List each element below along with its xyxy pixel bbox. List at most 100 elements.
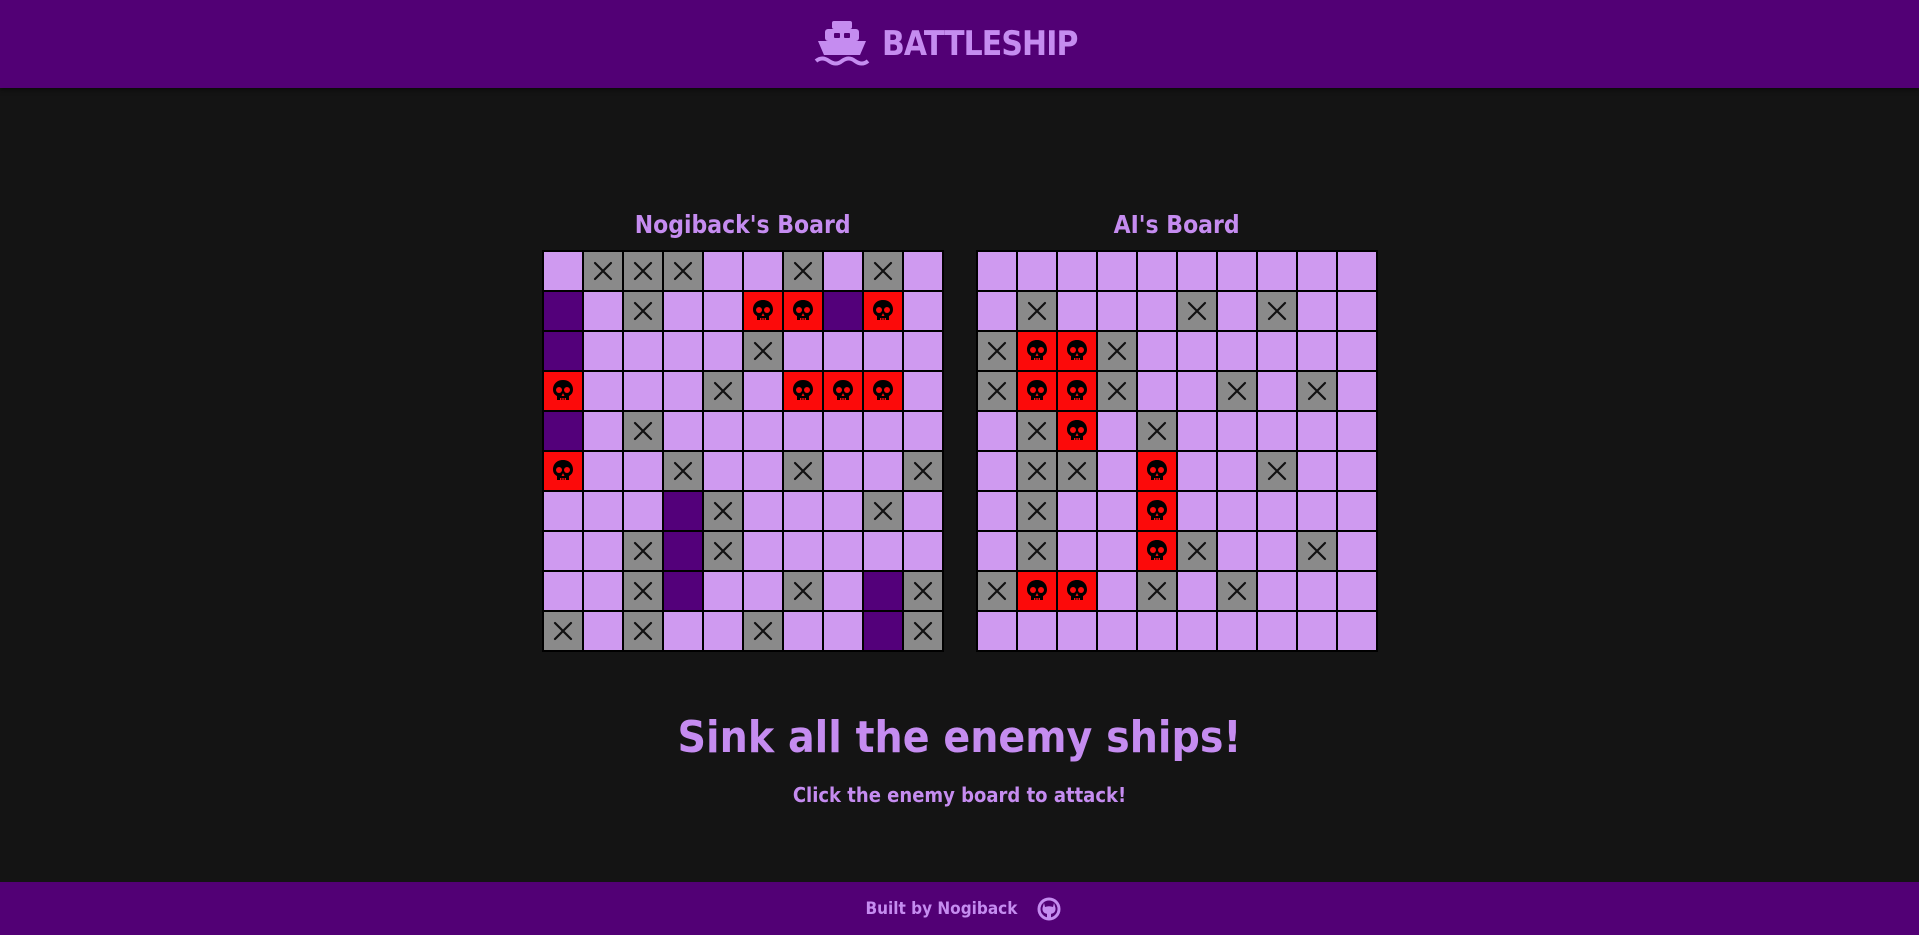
enemy-cell-empty[interactable]: [1176, 331, 1217, 371]
enemy-cell-empty[interactable]: [1336, 371, 1377, 411]
enemy-cell-empty[interactable]: [1336, 331, 1377, 371]
enemy-cell-empty[interactable]: [1336, 411, 1377, 451]
enemy-cell-empty[interactable]: [976, 531, 1017, 571]
enemy-cell-empty[interactable]: [976, 611, 1017, 651]
enemy-cell-miss[interactable]: [976, 371, 1017, 411]
enemy-cell-empty[interactable]: [1176, 571, 1217, 611]
enemy-cell-empty[interactable]: [1296, 331, 1337, 371]
enemy-cell-empty[interactable]: [1096, 411, 1137, 451]
enemy-cell-empty[interactable]: [1216, 411, 1257, 451]
enemy-cell-empty[interactable]: [1256, 411, 1297, 451]
enemy-cell-empty[interactable]: [1136, 611, 1177, 651]
enemy-cell-miss[interactable]: [1016, 411, 1057, 451]
enemy-cell-empty[interactable]: [1096, 491, 1137, 531]
enemy-cell-miss[interactable]: [1216, 571, 1257, 611]
enemy-cell-hit[interactable]: [1056, 331, 1097, 371]
enemy-cell-miss[interactable]: [1256, 291, 1297, 331]
enemy-cell-empty[interactable]: [1336, 571, 1377, 611]
enemy-cell-empty[interactable]: [1296, 571, 1337, 611]
enemy-cell-empty[interactable]: [1176, 371, 1217, 411]
enemy-cell-miss[interactable]: [1136, 411, 1177, 451]
enemy-cell-empty[interactable]: [1336, 291, 1377, 331]
enemy-cell-empty[interactable]: [1096, 611, 1137, 651]
enemy-cell-empty[interactable]: [1296, 251, 1337, 291]
enemy-cell-hit[interactable]: [1136, 491, 1177, 531]
enemy-cell-empty[interactable]: [1096, 291, 1137, 331]
enemy-cell-hit[interactable]: [1136, 531, 1177, 571]
enemy-cell-hit[interactable]: [1016, 331, 1057, 371]
enemy-cell-empty[interactable]: [1296, 491, 1337, 531]
enemy-cell-empty[interactable]: [1136, 371, 1177, 411]
enemy-cell-empty[interactable]: [1256, 251, 1297, 291]
enemy-cell-empty[interactable]: [1096, 531, 1137, 571]
github-icon[interactable]: [1036, 896, 1062, 922]
enemy-cell-empty[interactable]: [1096, 251, 1137, 291]
enemy-cell-empty[interactable]: [1016, 611, 1057, 651]
enemy-cell-empty[interactable]: [1176, 411, 1217, 451]
enemy-cell-empty[interactable]: [1256, 571, 1297, 611]
enemy-cell-empty[interactable]: [1256, 331, 1297, 371]
enemy-cell-empty[interactable]: [1216, 451, 1257, 491]
enemy-cell-empty[interactable]: [1136, 331, 1177, 371]
enemy-cell-empty[interactable]: [1136, 291, 1177, 331]
enemy-cell-hit[interactable]: [1056, 411, 1097, 451]
enemy-cell-miss[interactable]: [1096, 331, 1137, 371]
enemy-cell-empty[interactable]: [1136, 251, 1177, 291]
enemy-cell-hit[interactable]: [1016, 571, 1057, 611]
enemy-cell-miss[interactable]: [1016, 531, 1057, 571]
enemy-cell-empty[interactable]: [1016, 251, 1057, 291]
enemy-cell-empty[interactable]: [1056, 611, 1097, 651]
enemy-cell-empty[interactable]: [1216, 611, 1257, 651]
enemy-cell-miss[interactable]: [1176, 291, 1217, 331]
enemy-cell-empty[interactable]: [1096, 571, 1137, 611]
enemy-cell-empty[interactable]: [1176, 451, 1217, 491]
enemy-cell-miss[interactable]: [1176, 531, 1217, 571]
enemy-cell-empty[interactable]: [1176, 251, 1217, 291]
enemy-cell-miss[interactable]: [1056, 451, 1097, 491]
enemy-cell-miss[interactable]: [1016, 451, 1057, 491]
enemy-cell-empty[interactable]: [1336, 611, 1377, 651]
enemy-cell-empty[interactable]: [976, 491, 1017, 531]
enemy-cell-miss[interactable]: [1256, 451, 1297, 491]
enemy-cell-hit[interactable]: [1056, 371, 1097, 411]
enemy-cell-miss[interactable]: [1016, 291, 1057, 331]
enemy-cell-empty[interactable]: [1256, 531, 1297, 571]
enemy-cell-empty[interactable]: [1216, 291, 1257, 331]
enemy-cell-hit[interactable]: [1016, 371, 1057, 411]
enemy-cell-empty[interactable]: [1056, 291, 1097, 331]
enemy-cell-miss[interactable]: [1096, 371, 1137, 411]
enemy-cell-empty[interactable]: [1296, 411, 1337, 451]
enemy-cell-empty[interactable]: [1256, 371, 1297, 411]
enemy-cell-hit[interactable]: [1056, 571, 1097, 611]
enemy-cell-empty[interactable]: [1056, 251, 1097, 291]
enemy-cell-miss[interactable]: [1136, 571, 1177, 611]
enemy-cell-miss[interactable]: [1016, 491, 1057, 531]
enemy-cell-miss[interactable]: [1216, 371, 1257, 411]
enemy-cell-empty[interactable]: [1216, 491, 1257, 531]
enemy-cell-empty[interactable]: [976, 411, 1017, 451]
enemy-cell-empty[interactable]: [1296, 451, 1337, 491]
enemy-cell-empty[interactable]: [1056, 491, 1097, 531]
enemy-cell-miss[interactable]: [1296, 371, 1337, 411]
enemy-cell-empty[interactable]: [1216, 331, 1257, 371]
enemy-cell-empty[interactable]: [976, 451, 1017, 491]
enemy-cell-empty[interactable]: [1056, 531, 1097, 571]
enemy-cell-empty[interactable]: [1216, 531, 1257, 571]
enemy-board[interactable]: [975, 250, 1378, 652]
enemy-cell-empty[interactable]: [1256, 491, 1297, 531]
enemy-cell-empty[interactable]: [1336, 491, 1377, 531]
enemy-cell-empty[interactable]: [976, 291, 1017, 331]
enemy-cell-miss[interactable]: [1296, 531, 1337, 571]
enemy-cell-empty[interactable]: [976, 251, 1017, 291]
enemy-cell-empty[interactable]: [1176, 491, 1217, 531]
enemy-cell-empty[interactable]: [1096, 451, 1137, 491]
enemy-cell-empty[interactable]: [1256, 611, 1297, 651]
enemy-cell-hit[interactable]: [1136, 451, 1177, 491]
enemy-cell-empty[interactable]: [1336, 251, 1377, 291]
enemy-cell-empty[interactable]: [1176, 611, 1217, 651]
enemy-cell-miss[interactable]: [976, 571, 1017, 611]
enemy-cell-empty[interactable]: [1296, 611, 1337, 651]
enemy-cell-miss[interactable]: [976, 331, 1017, 371]
enemy-cell-empty[interactable]: [1336, 531, 1377, 571]
enemy-cell-empty[interactable]: [1216, 251, 1257, 291]
